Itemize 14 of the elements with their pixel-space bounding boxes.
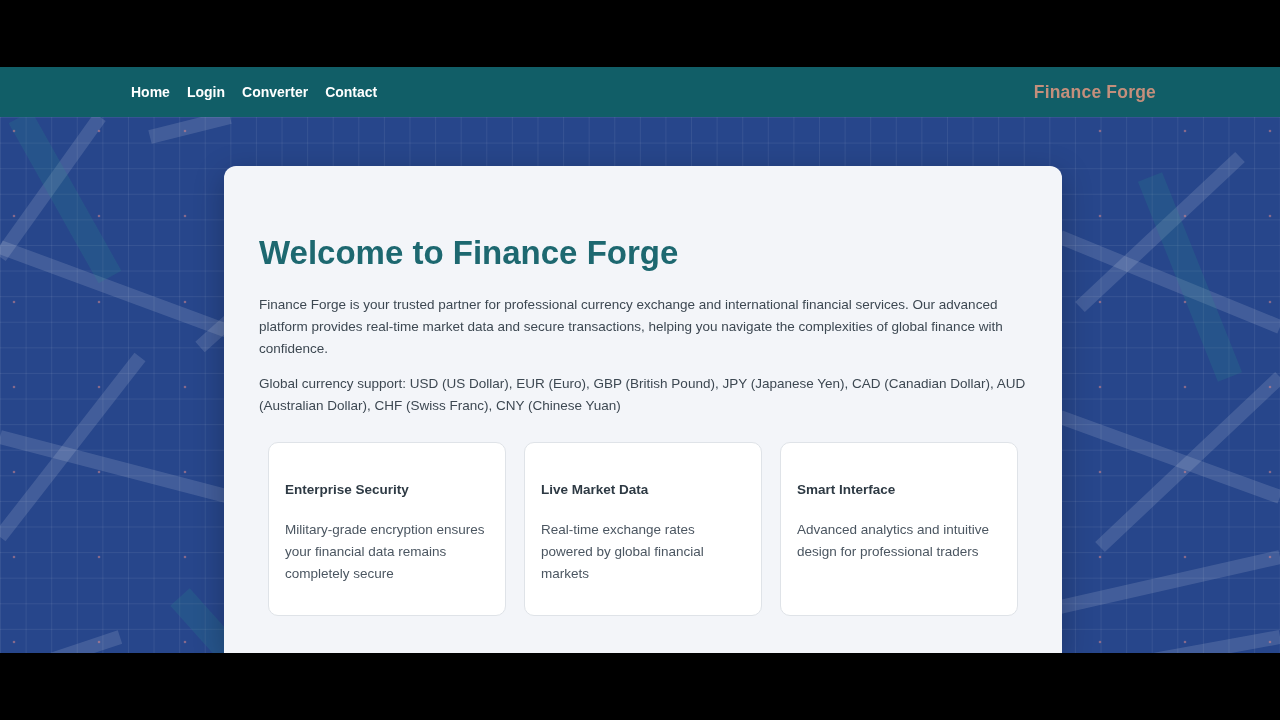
nav-link[interactable]: Converter: [242, 84, 309, 100]
intro-paragraph: Global currency support: USD (US Dollar), EUR (Euro), GBP (British Pound), JPY (Japanese Yen), CAD (Canadian Dollar), AUD (Australian Dollar), CHF (Swiss Franc), CNY (Chinese Yuan): [259, 375, 1027, 415]
feature-title: Live Market Data: [541, 481, 650, 499]
feature-title: Smart Interface: [797, 481, 897, 499]
nav-link[interactable]: Contact: [325, 84, 378, 100]
feature-description: Advanced analytics and intuitive design for professional traders: [797, 521, 991, 561]
nav-link[interactable]: Login: [186, 84, 225, 100]
brand-name: Finance Forge: [1033, 81, 1156, 103]
feature-description: Real-time exchange rates powered by global financial markets: [541, 521, 705, 583]
feature-title: Enterprise Security: [285, 481, 410, 499]
feature-description: Military-grade encryption ensures your financial data remains completely secure: [285, 521, 486, 583]
welcome-heading: Welcome to Finance Forge: [259, 233, 680, 273]
intro-paragraph: Finance Forge is your trusted partner for professional currency exchange and international financial services. Our advanced platform provides real-time market data and secure transactions, helping you navigate the complexities of global finance with confidence.: [259, 296, 1004, 358]
nav-link[interactable]: Home: [131, 84, 170, 100]
